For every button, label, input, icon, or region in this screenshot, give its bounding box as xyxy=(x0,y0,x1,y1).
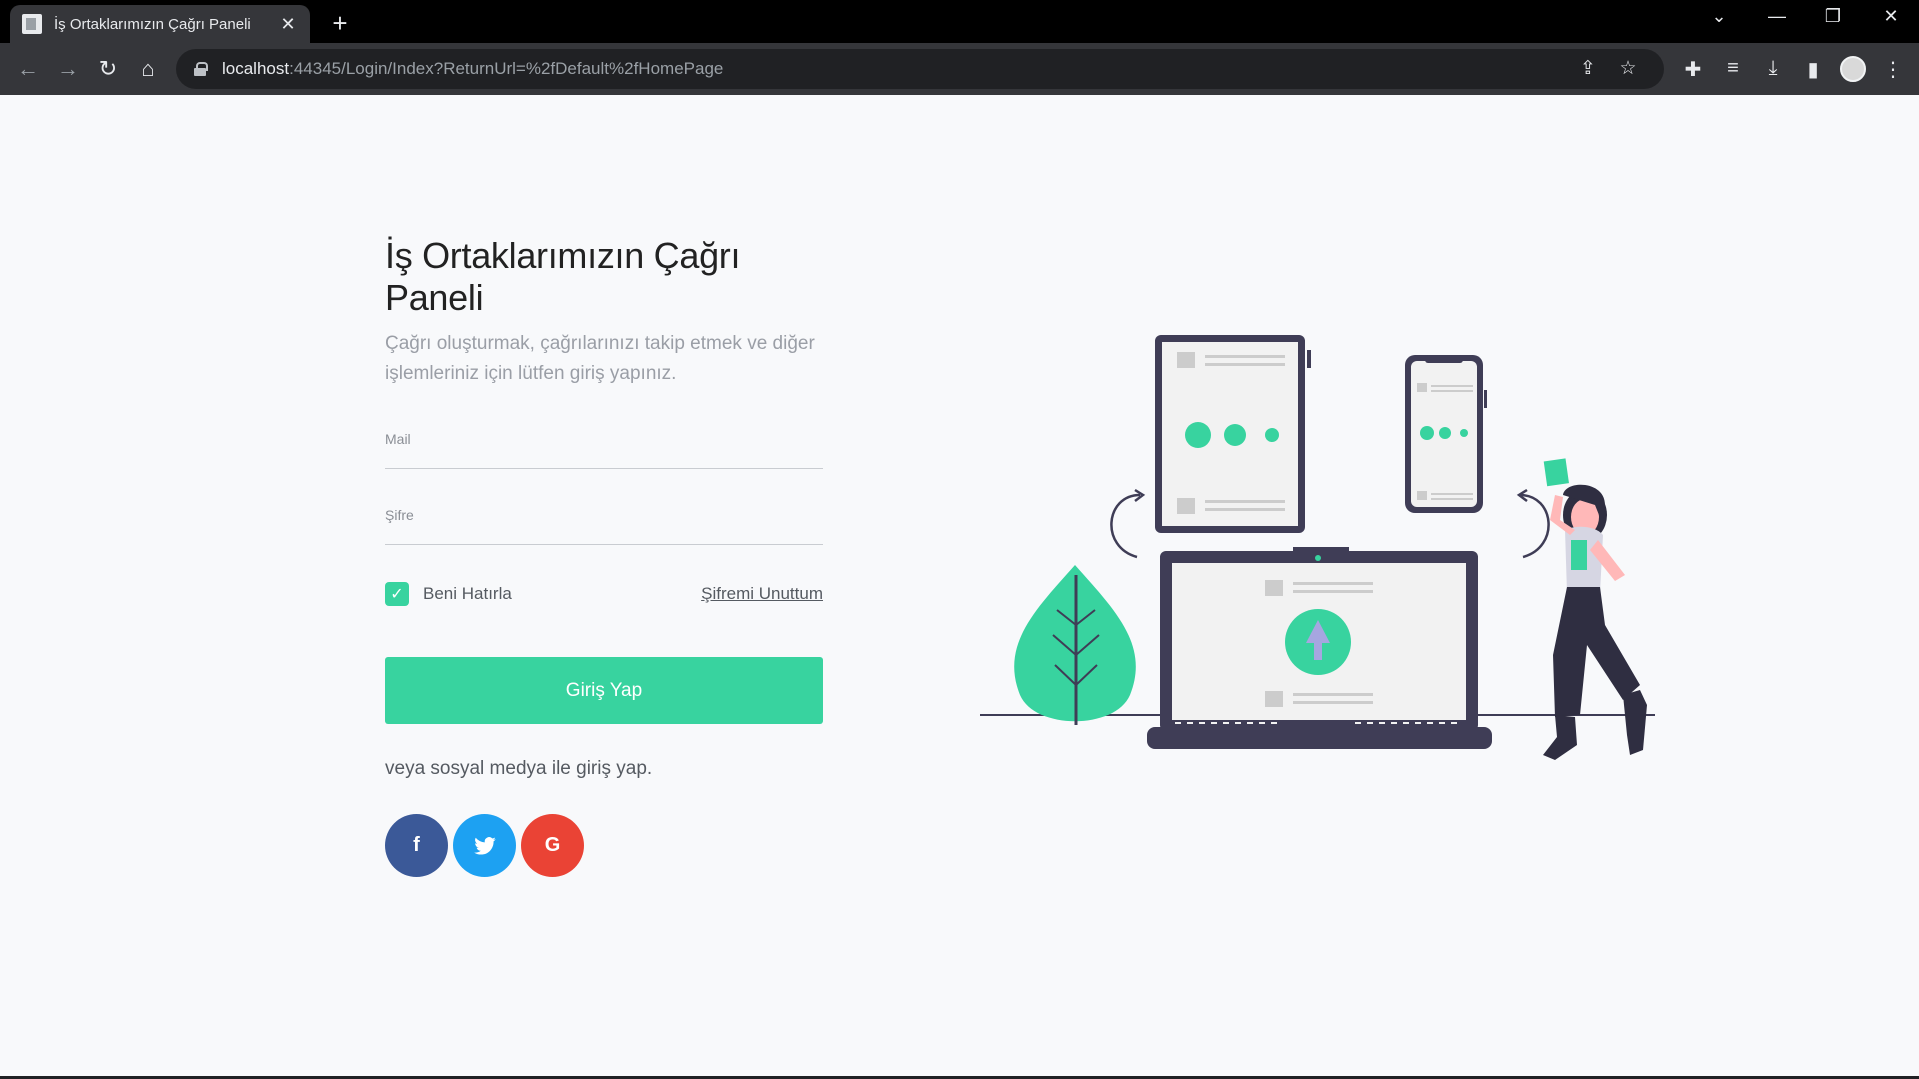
side-panel-icon[interactable]: ▮ xyxy=(1800,57,1826,82)
remember-checkbox[interactable]: ✓ xyxy=(385,582,409,606)
extensions-icon[interactable]: ✚ xyxy=(1680,57,1706,82)
address-bar[interactable]: localhost:44345/Login/Index?ReturnUrl=%2… xyxy=(176,49,1664,89)
minimize-button[interactable]: — xyxy=(1762,6,1792,27)
left-arrow xyxy=(1110,493,1141,559)
tab-title: İş Ortaklarımızın Çağrı Paneli xyxy=(54,15,251,33)
share-icon[interactable]: ⇪ xyxy=(1576,57,1600,80)
home-button[interactable]: ⌂ xyxy=(132,53,164,85)
devices-illustration xyxy=(980,335,1655,760)
new-tab-button[interactable]: + xyxy=(325,8,355,39)
social-login-text: veya sosyal medya ile giriş yap. xyxy=(385,758,653,779)
forward-button[interactable]: → xyxy=(52,53,84,85)
mail-field[interactable]: Mail xyxy=(385,421,823,469)
remember-row: ✓ Beni Hatırla Şifremi Unuttum xyxy=(385,581,823,607)
tab-search-icon[interactable]: ⌄ xyxy=(1704,6,1734,27)
back-button[interactable]: ← xyxy=(12,53,44,85)
page-body: İş Ortaklarımızın Çağrı Paneli Çağrı olu… xyxy=(0,95,1919,1079)
phone-illustration xyxy=(1405,355,1487,513)
profile-avatar[interactable] xyxy=(1840,56,1866,82)
restore-button[interactable]: ❐ xyxy=(1818,6,1848,27)
leaf-illustration xyxy=(1014,565,1136,725)
close-tab-icon[interactable]: ✕ xyxy=(278,14,298,35)
google-login-button[interactable]: G xyxy=(521,814,584,877)
remember-label[interactable]: Beni Hatırla xyxy=(423,584,701,604)
download-icon[interactable]: ⤓ xyxy=(1760,57,1786,80)
browser-tab-bar: İş Ortaklarımızın Çağrı Paneli ✕ + ⌄ — ❐… xyxy=(0,0,1919,43)
twitter-login-button[interactable] xyxy=(453,814,516,877)
login-button[interactable]: Giriş Yap xyxy=(385,657,823,724)
reload-button[interactable]: ↻ xyxy=(92,53,124,85)
mail-input[interactable] xyxy=(385,443,823,467)
right-arrow xyxy=(1519,493,1550,559)
page-title: İş Ortaklarımızın Çağrı Paneli xyxy=(385,235,741,318)
menu-kebab-icon[interactable]: ⋮ xyxy=(1880,57,1906,82)
lock-icon[interactable] xyxy=(194,62,208,76)
password-field[interactable]: Şifre xyxy=(385,497,823,545)
page-favicon-icon xyxy=(22,14,42,34)
bookmark-star-icon[interactable]: ☆ xyxy=(1616,57,1640,80)
tablet-illustration xyxy=(1155,335,1311,533)
facebook-login-button[interactable]: f xyxy=(385,814,448,877)
browser-tab[interactable]: İş Ortaklarımızın Çağrı Paneli ✕ xyxy=(10,5,310,43)
forgot-password-link[interactable]: Şifremi Unuttum xyxy=(701,584,823,604)
close-window-button[interactable]: ✕ xyxy=(1876,6,1906,27)
laptop-illustration xyxy=(1147,547,1492,749)
twitter-icon xyxy=(473,836,496,855)
url-host: localhost xyxy=(222,59,290,78)
social-buttons: f G xyxy=(385,814,823,877)
url-path: :44345/Login/Index?ReturnUrl=%2fDefault%… xyxy=(289,59,724,78)
media-control-icon[interactable]: ≡ xyxy=(1720,57,1746,80)
page-subtitle: Çağrı oluşturmak, çağrılarınızı takip et… xyxy=(385,333,815,384)
browser-toolbar: ← → ↻ ⌂ localhost:44345/Login/Index?Retu… xyxy=(0,43,1919,95)
login-form: İş Ortaklarımızın Çağrı Paneli Çağrı olu… xyxy=(385,235,823,877)
password-input[interactable] xyxy=(385,519,823,543)
